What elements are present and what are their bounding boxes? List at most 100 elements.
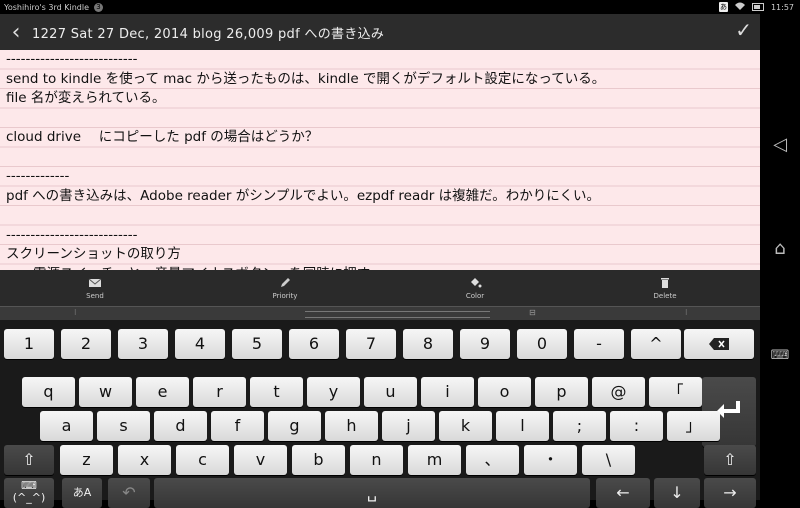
key-row3-10[interactable]: : xyxy=(610,411,663,441)
ime-indicator: あ xyxy=(718,2,728,12)
key-row3-3[interactable]: f xyxy=(211,411,264,441)
key-row4-9[interactable]: \ xyxy=(582,445,635,475)
input-mode-key[interactable]: あA xyxy=(62,478,102,508)
undo-icon: ↶ xyxy=(122,483,136,502)
arrow-down-icon: ↓ xyxy=(670,483,684,502)
shift-icon: ⇧ xyxy=(723,450,737,469)
key-row1-6[interactable]: 7 xyxy=(346,329,396,359)
note-editor[interactable]: --------------------------- send to kindl… xyxy=(0,50,760,270)
arrow-left-icon: ← xyxy=(616,483,630,502)
backspace-key[interactable] xyxy=(684,329,754,359)
back-button[interactable]: ‹ xyxy=(0,20,32,45)
notification-badge: 3 xyxy=(94,2,104,12)
system-nav-bar: ◁ ⌂ ⌨ xyxy=(760,14,800,500)
wifi-icon xyxy=(734,2,745,12)
arrow-right-key[interactable]: → xyxy=(704,478,756,508)
key-row3-2[interactable]: d xyxy=(154,411,207,441)
key-row4-4[interactable]: b xyxy=(292,445,345,475)
software-keyboard: ⇧ ⇧ ⌨ (^_^) あA ↶ ␣ ← ↓ → 1 2 3 4 5 6 7 8 9 0- ^ q w e r… xyxy=(0,320,760,508)
key-row4-5[interactable]: n xyxy=(350,445,403,475)
key-row2-2[interactable]: e xyxy=(136,377,189,407)
editor-line: --------------------------- xyxy=(6,51,138,67)
key-row3-11[interactable]: 」 xyxy=(667,411,720,441)
home-nav-icon[interactable]: ⌂ xyxy=(760,238,800,259)
key-row1-5[interactable]: 6 xyxy=(289,329,339,359)
note-title: 1227 Sat 27 Dec, 2014 blog 26,009 pdf への… xyxy=(32,26,385,42)
save-check-button[interactable]: ✓ xyxy=(735,18,752,42)
key-row2-5[interactable]: y xyxy=(307,377,360,407)
key-row1-1[interactable]: 2 xyxy=(61,329,111,359)
key-row2-10[interactable]: @ xyxy=(592,377,645,407)
battery-icon xyxy=(751,3,764,11)
key-row3-1[interactable]: s xyxy=(97,411,150,441)
key-row3-4[interactable]: g xyxy=(268,411,321,441)
priority-label: Priority xyxy=(272,292,298,300)
key-row1-10[interactable]: - xyxy=(574,329,624,359)
key-row4-2[interactable]: c xyxy=(176,445,229,475)
arrow-down-key[interactable]: ↓ xyxy=(654,478,700,508)
key-row1-8[interactable]: 9 xyxy=(460,329,510,359)
dots-icon: ⁝ xyxy=(685,308,688,317)
key-row4-1[interactable]: x xyxy=(118,445,171,475)
shift-icon: ⇧ xyxy=(22,450,36,469)
shift-right-key[interactable]: ⇧ xyxy=(704,445,756,475)
key-row1-4[interactable]: 5 xyxy=(232,329,282,359)
key-row3-9[interactable]: ; xyxy=(553,411,606,441)
expand-icon[interactable]: ⊟ xyxy=(529,308,536,317)
suggestion-strip: ⁝ ⊟ ⁝ xyxy=(0,306,760,321)
pencil-icon xyxy=(281,278,290,287)
key-row2-0[interactable]: q xyxy=(22,377,75,407)
send-label: Send xyxy=(86,292,104,300)
key-row4-7[interactable]: 、 xyxy=(466,445,519,475)
priority-button[interactable]: Priority xyxy=(190,270,380,306)
send-button[interactable]: Send xyxy=(0,270,190,306)
key-row3-6[interactable]: j xyxy=(382,411,435,441)
key-row4-6[interactable]: m xyxy=(408,445,461,475)
action-toolbar: Send Priority Color Delete xyxy=(0,270,760,306)
key-row4-0[interactable]: z xyxy=(60,445,113,475)
key-row4-8[interactable]: ・ xyxy=(524,445,577,475)
header-bar: ‹ 1227 Sat 27 Dec, 2014 blog 26,009 pdf … xyxy=(0,14,760,50)
color-button[interactable]: Color xyxy=(380,270,570,306)
delete-button[interactable]: Delete xyxy=(570,270,760,306)
key-row3-8[interactable]: l xyxy=(496,411,549,441)
input-mode-label: あA xyxy=(72,486,92,499)
key-row2-3[interactable]: r xyxy=(193,377,246,407)
keyboard-resize-handle[interactable] xyxy=(305,311,490,318)
space-key[interactable]: ␣ xyxy=(154,478,590,508)
keyboard-nav-icon[interactable]: ⌨ xyxy=(760,348,800,363)
key-row2-8[interactable]: o xyxy=(478,377,531,407)
paint-bucket-icon xyxy=(471,278,482,288)
key-row1-3[interactable]: 4 xyxy=(175,329,225,359)
key-row2-4[interactable]: t xyxy=(250,377,303,407)
back-nav-icon[interactable]: ◁ xyxy=(760,134,800,155)
key-row1-9[interactable]: 0 xyxy=(517,329,567,359)
key-row1-11[interactable]: ^ xyxy=(631,329,681,359)
key-row2-1[interactable]: w xyxy=(79,377,132,407)
key-row4-3[interactable]: v xyxy=(234,445,287,475)
key-row2-9[interactable]: p xyxy=(535,377,588,407)
key-row1-7[interactable]: 8 xyxy=(403,329,453,359)
emoji-keyboard-key[interactable]: ⌨ (^_^) xyxy=(4,478,54,508)
key-row2-11[interactable]: 「 xyxy=(649,377,702,407)
key-row2-7[interactable]: i xyxy=(421,377,474,407)
editor-line: file 名が変えられている。 xyxy=(6,90,166,106)
undo-key[interactable]: ↶ xyxy=(108,478,150,508)
shift-left-key[interactable]: ⇧ xyxy=(4,445,54,475)
key-row2-6[interactable]: u xyxy=(364,377,417,407)
key-row3-5[interactable]: h xyxy=(325,411,378,441)
key-row1-0[interactable]: 1 xyxy=(4,329,54,359)
trash-icon xyxy=(661,278,669,288)
key-row3-7[interactable]: k xyxy=(439,411,492,441)
arrow-left-key[interactable]: ← xyxy=(596,478,650,508)
key-row1-2[interactable]: 3 xyxy=(118,329,168,359)
editor-line: pdf への書き込みは、Adobe reader がシンプルでよい。ezpdf … xyxy=(6,187,600,204)
device-name: Yoshihiro's 3rd Kindle xyxy=(4,2,90,12)
backspace-icon xyxy=(709,338,729,350)
envelope-icon xyxy=(88,278,102,287)
key-row3-0[interactable]: a xyxy=(40,411,93,441)
delete-label: Delete xyxy=(653,292,677,300)
